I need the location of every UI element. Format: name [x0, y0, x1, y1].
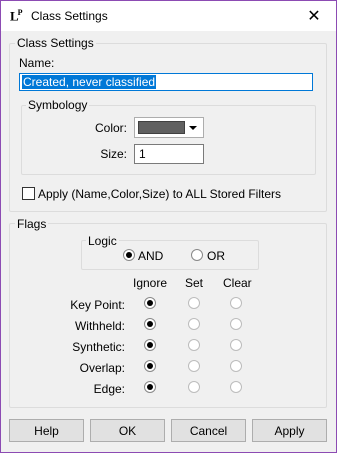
overlap-set-radio[interactable] [188, 360, 200, 372]
logic-group-label: Logic [86, 234, 119, 248]
apply-button[interactable]: Apply [252, 419, 327, 442]
key-point-clear-radio[interactable] [230, 297, 242, 309]
key-point-set-radio[interactable] [188, 297, 200, 309]
overlap-ignore-radio[interactable] [144, 360, 156, 372]
ok-button[interactable]: OK [90, 419, 165, 442]
color-swatch [138, 121, 185, 134]
logic-and-label: AND [138, 249, 164, 263]
column-header-set: Set [185, 276, 204, 290]
help-button[interactable]: Help [9, 419, 84, 442]
class-settings-group-label: Class Settings [15, 36, 96, 50]
edge-set-radio[interactable] [188, 381, 200, 393]
name-input-value: Created, never classified [22, 75, 157, 89]
chevron-down-icon [189, 126, 197, 130]
name-label: Name: [19, 56, 55, 70]
cancel-button[interactable]: Cancel [171, 419, 246, 442]
symbology-group-label: Symbology [26, 98, 90, 112]
app-icon: LP [10, 8, 23, 24]
withheld-set-radio[interactable] [188, 318, 200, 330]
synthetic-ignore-radio[interactable] [144, 339, 156, 351]
withheld-clear-radio[interactable] [230, 318, 242, 330]
symbology-group [21, 105, 316, 175]
flags-group-label: Flags [15, 217, 49, 231]
color-dropdown[interactable] [134, 117, 204, 138]
logic-and-radio[interactable] [123, 249, 135, 261]
logic-or-radio[interactable] [191, 249, 203, 261]
flag-label-withheld: Withheld: [74, 319, 125, 333]
column-header-clear: Clear [223, 276, 252, 290]
withheld-ignore-radio[interactable] [144, 318, 156, 330]
close-icon: ✕ [307, 8, 321, 25]
flag-label-edge: Edge: [93, 382, 125, 396]
size-label: Size: [100, 147, 127, 161]
flag-label-overlap: Overlap: [79, 361, 125, 375]
overlap-clear-radio[interactable] [230, 360, 242, 372]
size-input-value: 1 [139, 147, 146, 161]
apply-all-label: Apply (Name,Color,Size) to ALL Stored Fi… [38, 187, 281, 201]
window-title: Class Settings [31, 9, 108, 23]
edge-clear-radio[interactable] [230, 381, 242, 393]
column-header-ignore: Ignore [133, 276, 168, 290]
synthetic-clear-radio[interactable] [230, 339, 242, 351]
edge-ignore-radio[interactable] [144, 381, 156, 393]
logic-or-label: OR [207, 249, 225, 263]
apply-all-checkbox[interactable] [22, 187, 35, 200]
size-input[interactable]: 1 [134, 144, 204, 164]
name-input[interactable]: Created, never classified [19, 73, 313, 91]
synthetic-set-radio[interactable] [188, 339, 200, 351]
title-bar: LP Class Settings ✕ [1, 1, 336, 31]
key-point-ignore-radio[interactable] [144, 297, 156, 309]
color-label: Color: [94, 121, 127, 135]
class-settings-dialog: LP Class Settings ✕ Class Settings Name:… [0, 0, 337, 453]
close-button[interactable]: ✕ [292, 1, 336, 31]
flag-label-key-point: Key Point: [70, 298, 125, 312]
flag-label-synthetic: Synthetic: [72, 340, 125, 354]
